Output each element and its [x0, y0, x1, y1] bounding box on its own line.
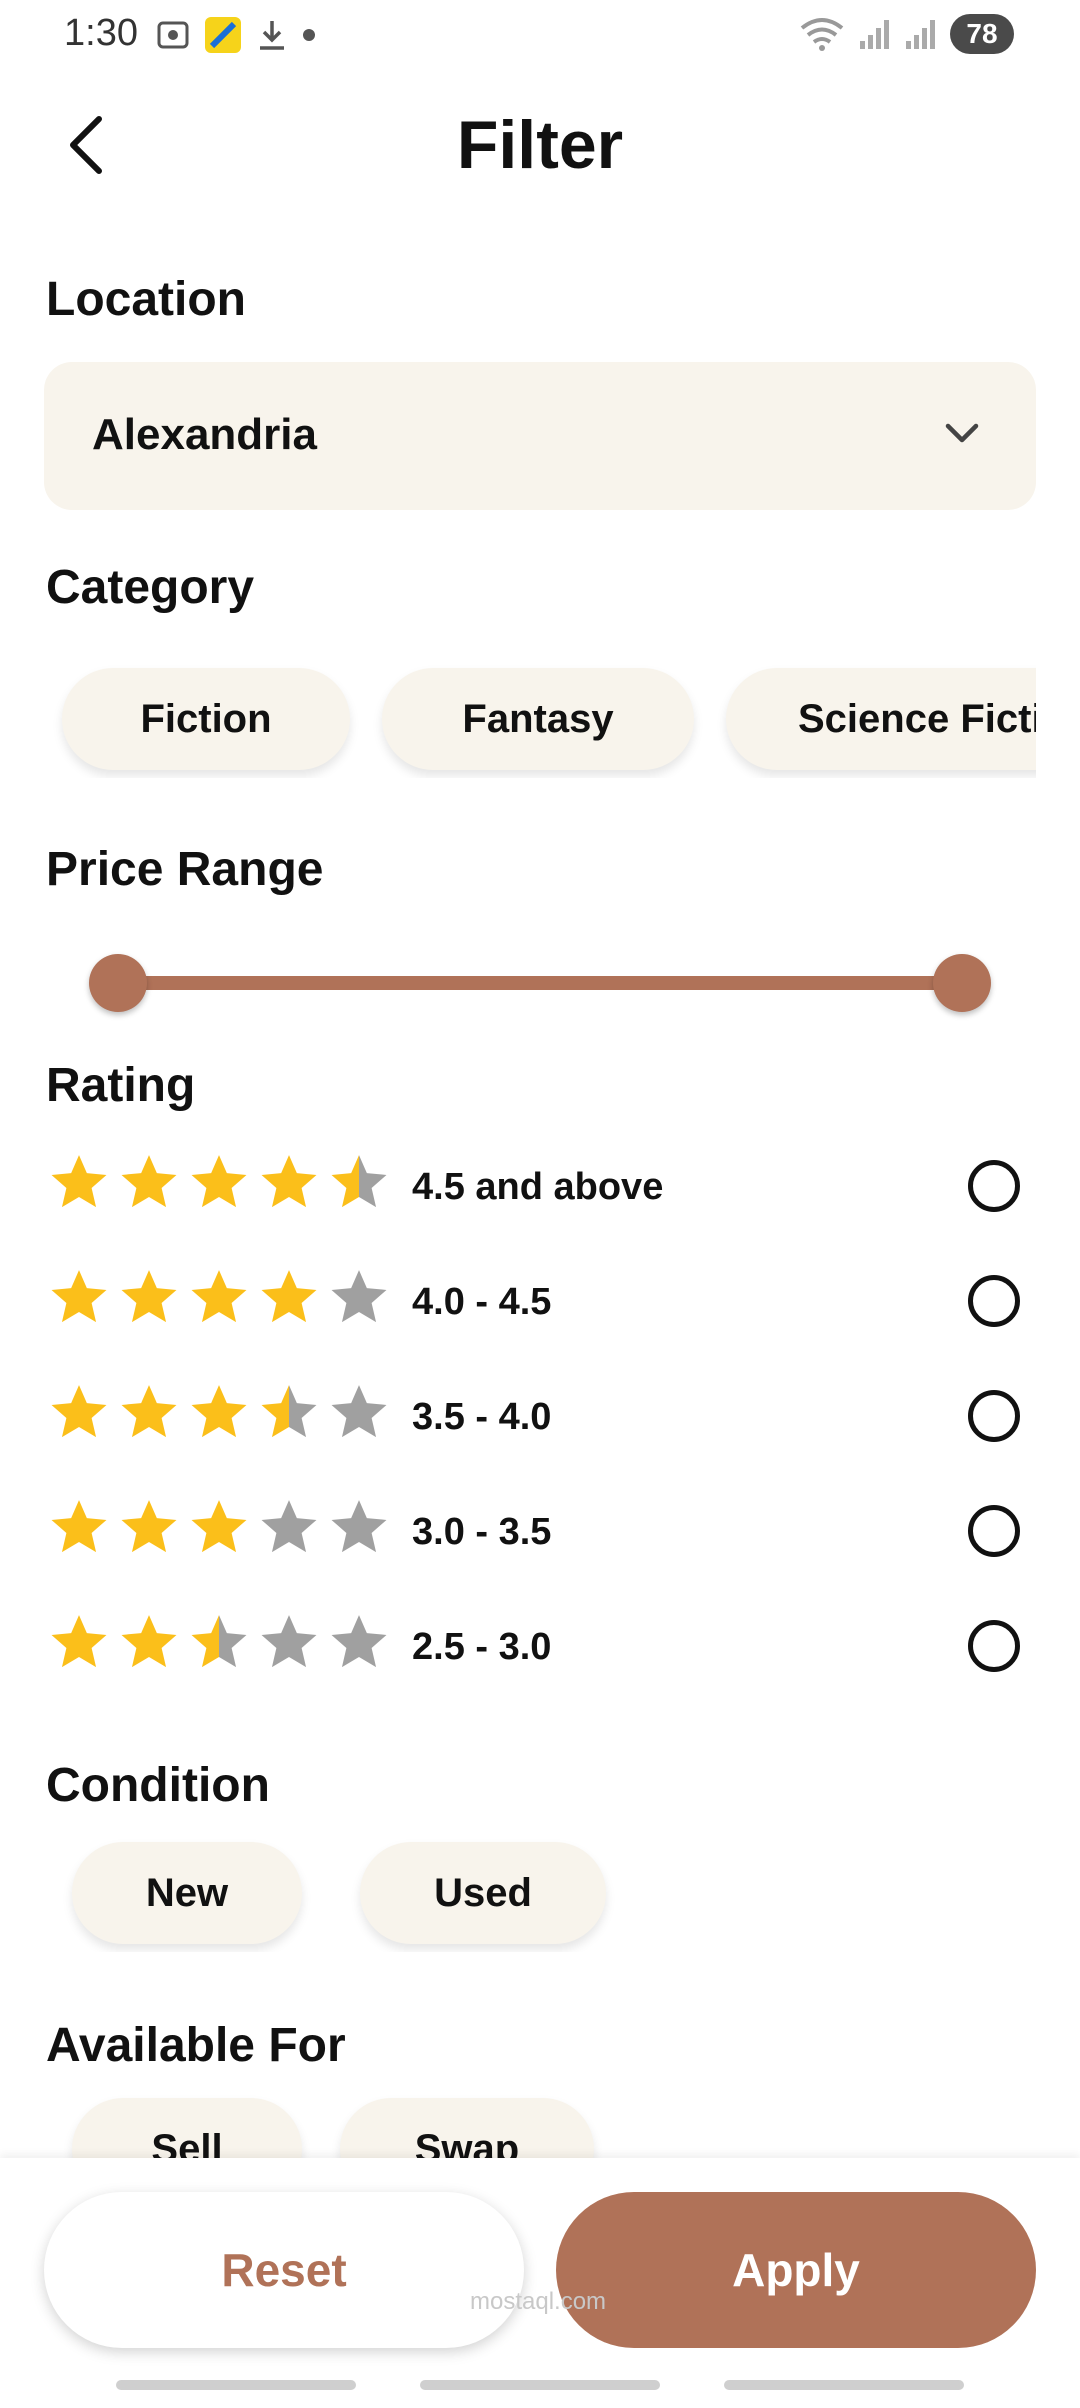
- watermark: mostaql.com: [470, 2288, 607, 2315]
- available-for-chip-row: Sell Swap: [44, 2078, 1036, 2158]
- rating-radio[interactable]: [968, 1160, 1020, 1212]
- system-nav-bar: [0, 2380, 1080, 2390]
- star-rating: [48, 1612, 390, 1674]
- rating-radio[interactable]: [968, 1390, 1020, 1442]
- rating-option[interactable]: 3.5 - 4.0: [48, 1376, 1020, 1456]
- star-rating: [48, 1267, 390, 1329]
- signal-icon: [858, 17, 892, 51]
- apply-button[interactable]: Apply: [556, 2192, 1036, 2348]
- available-chip-sell[interactable]: Sell: [72, 2098, 302, 2158]
- rating-heading: Rating: [46, 1059, 196, 1112]
- wifi-icon: [798, 16, 846, 52]
- condition-chip-new[interactable]: New: [72, 1842, 302, 1944]
- star-rating: [48, 1152, 390, 1214]
- price-range-slider[interactable]: [89, 950, 991, 1012]
- star-icon: [191, 1270, 247, 1323]
- star-icon: [191, 1615, 247, 1668]
- signal-icon: [904, 17, 938, 51]
- star-icon: [261, 1385, 317, 1438]
- star-icon: [261, 1500, 317, 1553]
- status-bar: 1:30 78: [0, 0, 1080, 72]
- available-chip-swap[interactable]: Swap: [340, 2098, 594, 2158]
- star-icon: [191, 1385, 247, 1438]
- rating-label: 3.5 - 4.0: [412, 1396, 552, 1438]
- star-icon: [261, 1270, 317, 1323]
- category-chip[interactable]: Science Fiction: [726, 668, 1036, 770]
- star-icon: [331, 1270, 387, 1323]
- star-icon: [121, 1385, 177, 1438]
- star-icon: [331, 1155, 387, 1208]
- slider-min-handle[interactable]: [89, 954, 147, 1012]
- nav-back-button[interactable]: [724, 2380, 964, 2390]
- star-icon: [331, 1500, 387, 1553]
- price-range-heading: Price Range: [46, 843, 324, 896]
- star-icon: [121, 1270, 177, 1323]
- dot-icon: [302, 28, 316, 42]
- rating-option[interactable]: 4.0 - 4.5: [48, 1261, 1020, 1341]
- location-dropdown[interactable]: Alexandria: [44, 362, 1036, 510]
- rating-option[interactable]: 4.5 and above: [48, 1146, 1020, 1226]
- reset-button[interactable]: Reset: [44, 2192, 524, 2348]
- available-for-heading: Available For: [46, 2019, 346, 2072]
- star-icon: [121, 1500, 177, 1553]
- star-icon: [51, 1270, 107, 1323]
- star-rating: [48, 1382, 390, 1444]
- condition-chip-used[interactable]: Used: [360, 1842, 606, 1944]
- star-icon: [51, 1615, 107, 1668]
- condition-chip-row: New Used: [44, 1822, 1036, 1952]
- location-value: Alexandria: [92, 410, 317, 459]
- star-icon: [261, 1155, 317, 1208]
- rating-option[interactable]: 2.5 - 3.0: [48, 1606, 1020, 1686]
- star-icon: [51, 1155, 107, 1208]
- header: Filter: [0, 90, 1080, 200]
- slider-max-handle[interactable]: [933, 954, 991, 1012]
- status-time: 1:30: [64, 12, 138, 54]
- star-icon: [331, 1385, 387, 1438]
- star-icon: [191, 1155, 247, 1208]
- rating-radio[interactable]: [968, 1505, 1020, 1557]
- star-icon: [331, 1615, 387, 1668]
- rating-label: 4.0 - 4.5: [412, 1281, 552, 1323]
- star-icon: [261, 1615, 317, 1668]
- star-rating: [48, 1497, 390, 1559]
- battery-indicator: 78: [950, 14, 1014, 54]
- rating-radio[interactable]: [968, 1275, 1020, 1327]
- nav-recent-button[interactable]: [116, 2380, 356, 2390]
- condition-heading: Condition: [46, 1759, 270, 1812]
- app-icon: [204, 16, 242, 54]
- star-icon: [121, 1615, 177, 1668]
- star-icon: [51, 1500, 107, 1553]
- category-chip[interactable]: Fantasy: [382, 668, 694, 770]
- rating-label: 4.5 and above: [412, 1166, 664, 1208]
- location-heading: Location: [46, 273, 246, 326]
- category-chip[interactable]: Fiction: [62, 668, 350, 770]
- screenshot-icon: [156, 18, 190, 52]
- rating-option[interactable]: 3.0 - 3.5: [48, 1491, 1020, 1571]
- slider-track: [118, 976, 962, 990]
- chevron-down-icon: [942, 414, 982, 459]
- category-heading: Category: [46, 561, 255, 614]
- category-chip-row: Fiction Fantasy Science Fiction: [44, 648, 1036, 778]
- rating-radio[interactable]: [968, 1620, 1020, 1672]
- bottom-action-bar: Reset Apply mostaql.com: [0, 2158, 1080, 2408]
- star-icon: [51, 1385, 107, 1438]
- download-icon: [256, 18, 288, 52]
- nav-home-button[interactable]: [420, 2380, 660, 2390]
- page-title: Filter: [456, 107, 624, 183]
- rating-label: 3.0 - 3.5: [412, 1511, 552, 1553]
- rating-label: 2.5 - 3.0: [412, 1626, 552, 1668]
- star-icon: [121, 1155, 177, 1208]
- star-icon: [191, 1500, 247, 1553]
